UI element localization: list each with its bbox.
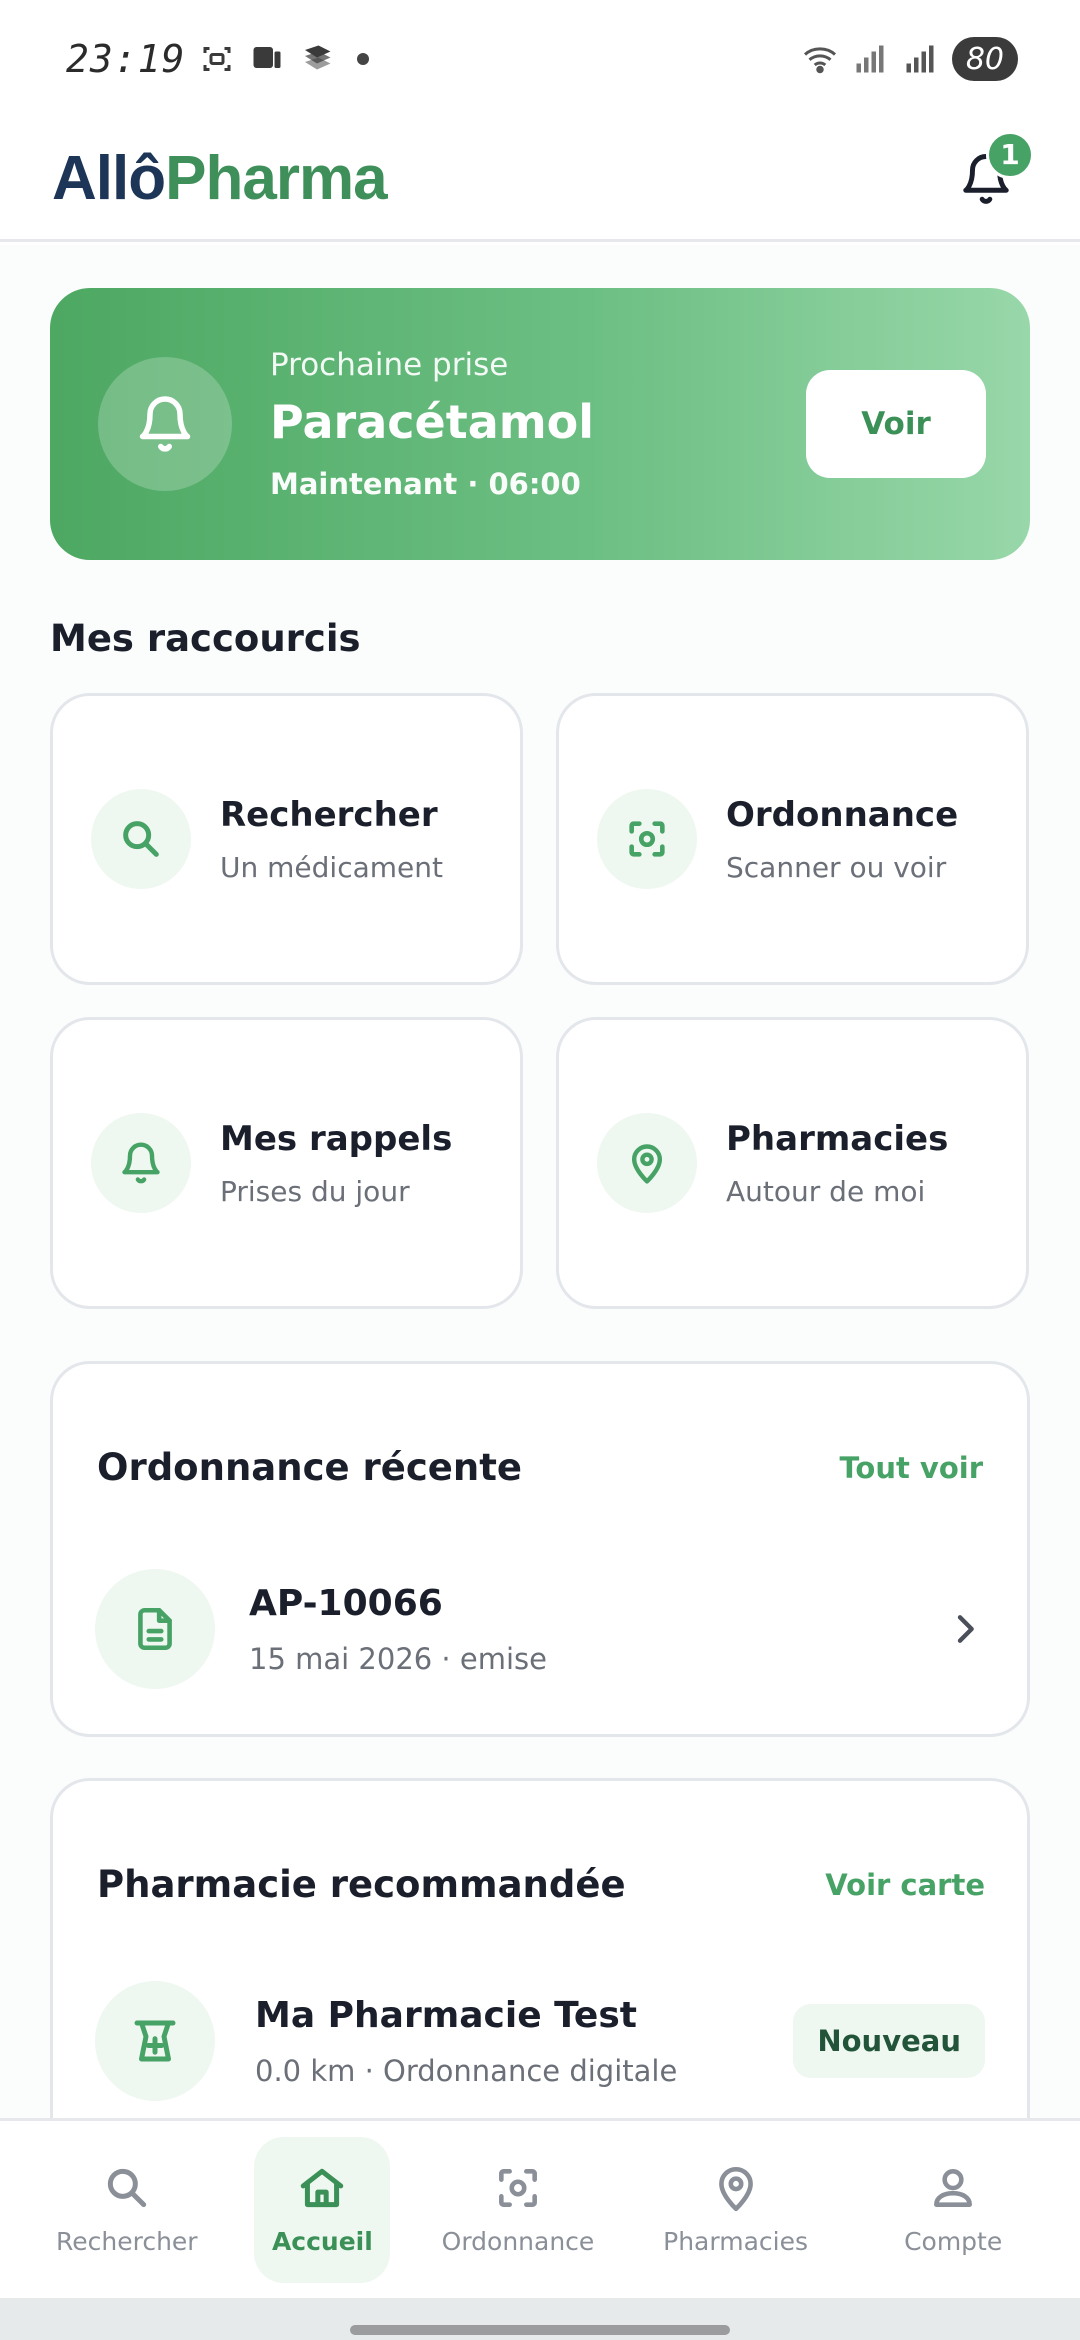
nav-label: Accueil	[271, 2227, 373, 2256]
status-time: 23:19	[66, 37, 186, 81]
prescription-details: 15 mai 2026 · emise	[249, 1641, 547, 1676]
see-map-link[interactable]: Voir carte	[825, 1868, 985, 1902]
bell-icon	[122, 1142, 160, 1184]
tile-icon-circle	[597, 789, 697, 889]
user-icon	[934, 2169, 973, 2207]
shortcuts-title: Mes raccourcis	[50, 617, 361, 660]
home-icon	[301, 2168, 344, 2208]
tile-title: Pharmacies	[726, 1118, 949, 1159]
tile-text: Ordonnance Scanner ou voir	[726, 795, 958, 884]
row-text: Ma Pharmacie Test 0.0 km · Ordonnance di…	[255, 1995, 793, 2088]
pharmacy-name: Ma Pharmacie Test	[255, 1994, 637, 2036]
logo-part-1: Allô	[52, 144, 166, 213]
shortcut-prescription[interactable]: Ordonnance Scanner ou voir	[556, 693, 1029, 985]
hero-label: Prochaine prise	[270, 347, 509, 383]
tile-text: Mes rappels Prises du jour	[220, 1119, 452, 1208]
main-content: Prochaine prise Paracétamol Maintenant ·…	[0, 245, 1080, 2118]
pharmacy-icon	[134, 2020, 176, 2062]
chevron-right-icon	[957, 1615, 974, 1643]
nav-account[interactable]: Compte	[863, 2137, 1043, 2283]
nav-label: Compte	[904, 2227, 1003, 2256]
notification-badge: 1	[986, 130, 1034, 179]
signal-icon	[906, 45, 934, 73]
card-header: Ordonnance récente Tout voir	[97, 1446, 983, 1489]
tile-icon-circle	[91, 789, 191, 889]
hero-medication: Paracétamol	[270, 395, 595, 449]
nav-label: Rechercher	[56, 2227, 198, 2256]
pharmacy-row[interactable]: Ma Pharmacie Test 0.0 km · Ordonnance di…	[95, 1981, 985, 2101]
recent-prescription-card: Ordonnance récente Tout voir AP-10066 15…	[50, 1361, 1030, 1737]
tile-title: Rechercher	[220, 794, 438, 835]
nav-label: Pharmacies	[663, 2227, 808, 2256]
card-title: Pharmacie recommandée	[97, 1863, 626, 1906]
location-pin-icon	[631, 1144, 663, 1184]
tile-subtitle: Scanner ou voir	[726, 850, 947, 884]
signal-icon	[856, 45, 884, 73]
home-indicator[interactable]	[350, 2325, 730, 2335]
notification-button[interactable]: 1	[946, 130, 1034, 219]
tile-title: Ordonnance	[726, 794, 959, 835]
bottom-navigation: Rechercher Accueil Ordonnance Pharmacies…	[0, 2118, 1080, 2298]
tile-title: Mes rappels	[220, 1118, 453, 1159]
search-icon	[107, 2168, 146, 2208]
tile-text: Pharmacies Autour de moi	[726, 1119, 948, 1208]
search-icon	[123, 821, 159, 857]
next-dose-card[interactable]: Prochaine prise Paracétamol Maintenant ·…	[50, 288, 1030, 560]
battery-indicator: 80	[951, 37, 1018, 81]
shortcut-pharmacies[interactable]: Pharmacies Autour de moi	[556, 1017, 1029, 1309]
tile-subtitle: Autour de moi	[726, 1174, 926, 1208]
see-all-link[interactable]: Tout voir	[839, 1451, 983, 1485]
status-left: 23:19	[66, 37, 370, 81]
logo-part-2: Pharma	[165, 144, 387, 213]
tile-text: Rechercher Un médicament	[220, 795, 443, 884]
device-icon	[305, 45, 331, 70]
location-pin-icon	[718, 2167, 753, 2212]
recommended-pharmacy-card: Pharmacie recommandée Voir carte Ma Phar…	[50, 1778, 1030, 2118]
nav-search[interactable]: Rechercher	[37, 2137, 217, 2283]
new-badge: Nouveau	[793, 2004, 985, 2078]
hero-time: Maintenant · 06:00	[270, 467, 581, 501]
card-header: Pharmacie recommandée Voir carte	[97, 1863, 985, 1906]
tile-subtitle: Un médicament	[220, 850, 443, 884]
row-icon-circle	[95, 1569, 215, 1689]
nav-label: Ordonnance	[441, 2227, 595, 2256]
row-icon-circle	[95, 1981, 215, 2101]
view-button[interactable]: Voir	[806, 370, 986, 478]
screenshot-icon	[203, 47, 231, 71]
hero-icon-circle	[98, 357, 232, 491]
row-text: AP-10066 15 mai 2026 · emise	[249, 1583, 945, 1676]
shortcut-search[interactable]: Rechercher Un médicament	[50, 693, 523, 985]
prescription-row[interactable]: AP-10066 15 mai 2026 · emise	[95, 1569, 985, 1689]
status-right: 80	[802, 37, 1018, 81]
app-header: Allô Pharma 1	[0, 118, 1080, 242]
nav-home[interactable]: Accueil	[254, 2136, 391, 2283]
status-dot	[357, 53, 370, 65]
tile-subtitle: Prises du jour	[220, 1174, 410, 1208]
shortcut-reminders[interactable]: Mes rappels Prises du jour	[50, 1017, 523, 1309]
tile-icon-circle	[597, 1113, 697, 1213]
card-title: Ordonnance récente	[97, 1446, 522, 1489]
bell-icon	[139, 396, 191, 452]
pharmacy-details: 0.0 km · Ordonnance digitale	[255, 2053, 678, 2088]
app-logo: Allô Pharma	[52, 143, 388, 214]
document-icon	[138, 1607, 172, 1651]
scan-icon	[499, 2169, 537, 2207]
tile-icon-circle	[91, 1113, 191, 1213]
hero-text: Prochaine prise Paracétamol Maintenant ·…	[270, 347, 806, 501]
gallery-icon	[253, 47, 281, 68]
prescription-id: AP-10066	[249, 1582, 443, 1624]
scan-icon	[629, 821, 665, 857]
status-bar: 23:19 80	[0, 0, 1080, 118]
nav-pharmacies[interactable]: Pharmacies	[646, 2137, 826, 2283]
wifi-icon	[803, 47, 836, 74]
nav-prescription[interactable]: Ordonnance	[428, 2137, 608, 2283]
